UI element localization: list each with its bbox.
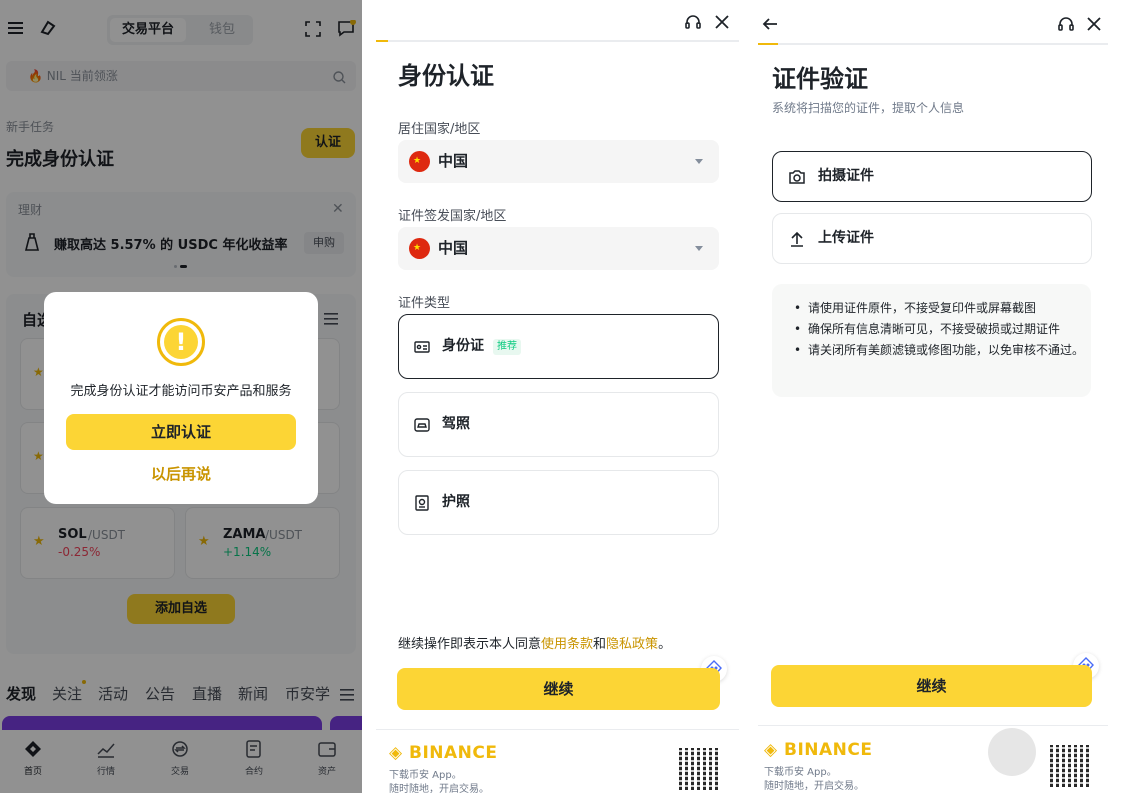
passport-icon [415,495,429,511]
upload-button[interactable]: 上传证件 [772,213,1092,264]
id-card-icon [414,341,430,353]
binance-logo[interactable]: ◈ BINANCE [764,740,872,760]
terms-and: 和 [593,637,607,652]
doc-option-passport[interactable]: 护照 [398,470,719,535]
residence-select[interactable]: ★ 中国 [398,140,719,183]
progress-bar [376,40,739,42]
residence-label: 居住国家/地区 [398,122,481,137]
terms-suffix: 。 [658,637,672,652]
upload-icon [791,231,803,247]
drivers-license-icon [414,418,430,432]
tip-item: 确保所有信息清晰可见，不接受破损或过期证件 [794,319,1084,340]
page-title: 身份认证 [398,62,494,90]
take-photo-label: 拍摄证件 [818,168,874,184]
download-text: 下载币安 App。 随时随地，开启交易。 [764,766,864,793]
china-flag-icon: ★ [409,238,430,259]
binance-diamond-icon: ◈ [389,743,403,763]
footer-divider [376,729,739,730]
doc-option-id-card[interactable]: 身份证 推荐 [398,314,719,379]
identity-form-panel: 身份认证 居住国家/地区 ★ 中国 证件签发国家/地区 ★ 中国 证件类型 身份… [362,0,753,793]
page-subtitle: 系统将扫描您的证件，提取个人信息 [772,101,965,115]
terms-notice: 继续操作即表示本人同意使用条款和隐私政策。 [398,633,671,652]
issuer-value: 中国 [438,239,469,257]
later-button[interactable]: 以后再说 [44,463,318,484]
issuer-label: 证件签发国家/地区 [398,209,507,224]
continue-button[interactable]: 继续 [397,668,720,710]
chevron-down-icon [695,246,703,251]
brand-name: BINANCE [784,740,873,760]
recommended-badge: 推荐 [493,339,521,355]
back-arrow-icon[interactable] [761,15,779,33]
doc-option-drivers-license[interactable]: 驾照 [398,392,719,457]
download-line2: 随时随地，开启交易。 [389,784,489,793]
support-headset-icon[interactable] [1057,15,1075,33]
doc-option-label: 身份证 [442,338,484,354]
kyc-required-dialog: ! 完成身份认证才能访问币安产品和服务 立即认证 以后再说 [44,292,318,504]
issuer-select[interactable]: ★ 中国 [398,227,719,270]
binance-logo[interactable]: ◈ BINANCE [389,743,497,763]
router-watermark-icon [988,728,1036,776]
privacy-policy-link[interactable]: 隐私政策 [606,637,658,652]
dialog-message: 完成身份认证才能访问币安产品和服务 [70,384,292,399]
doc-option-label: 驾照 [442,416,470,432]
chevron-down-icon [695,159,703,164]
tip-item: 请使用证件原件，不接受复印件或屏幕截图 [794,298,1084,319]
terms-of-use-link[interactable]: 使用条款 [541,637,593,652]
footer-divider [758,725,1108,726]
progress-bar [758,43,1108,45]
china-flag-icon: ★ [409,151,430,172]
tip-item: 请关闭所有美颜滤镜或修图功能，以免审核不通过。 [794,340,1084,361]
close-icon[interactable] [713,13,731,31]
qr-code [679,748,721,790]
terms-prefix: 继续操作即表示本人同意 [398,637,542,652]
doc-option-label: 护照 [442,494,470,510]
tips-box: 请使用证件原件，不接受复印件或屏幕截图 确保所有信息清晰可见，不接受破损或过期证… [772,284,1091,397]
download-line1: 下载币安 App。 [389,770,462,781]
download-text: 下载币安 App。 随时随地，开启交易。 [389,769,489,793]
warning-icon: ! [157,318,205,366]
doc-type-label: 证件类型 [398,296,451,311]
page-title: 证件验证 [772,65,868,93]
download-line2: 随时随地，开启交易。 [764,781,864,792]
close-icon[interactable] [1085,15,1103,33]
verify-now-button[interactable]: 立即认证 [66,414,296,450]
brand-name: BINANCE [409,743,498,763]
support-headset-icon[interactable] [684,13,702,31]
take-photo-button[interactable]: 拍摄证件 [772,151,1092,202]
binance-diamond-icon: ◈ [764,740,778,760]
residence-value: 中国 [438,152,469,170]
home-panel: 交易平台 钱包 🔥 NIL 当前领涨 新手任务 完成身份认证 认证 理财 ✕ 赚… [0,0,362,793]
qr-code [1050,745,1092,787]
continue-button[interactable]: 继续 [771,665,1092,707]
camera-icon [789,170,805,184]
upload-label: 上传证件 [818,230,874,246]
download-line1: 下载币安 App。 [764,767,837,778]
